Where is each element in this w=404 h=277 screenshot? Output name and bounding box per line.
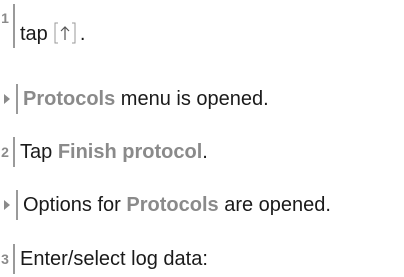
step-divider: [13, 137, 15, 167]
step-number: 1: [1, 10, 9, 26]
step-text: Enter/select log data:: [20, 248, 208, 270]
result-divider: [16, 84, 18, 114]
step-text: tap .: [20, 20, 85, 46]
result-suffix: are opened.: [218, 194, 331, 216]
result-2: Options for Protocols are opened.: [0, 190, 331, 220]
result-arrow-icon: [4, 94, 10, 104]
step-prefix: tap: [20, 23, 48, 45]
arrow-up-in-brackets-icon: [54, 20, 76, 46]
result-1: Protocols menu is opened.: [0, 84, 269, 114]
result-suffix: menu is opened.: [115, 88, 269, 110]
result-text: Protocols menu is opened.: [23, 87, 269, 111]
step-1: 1 tap .: [0, 4, 85, 48]
result-divider: [16, 190, 18, 220]
step-divider: [13, 4, 15, 48]
result-arrow-icon: [4, 200, 10, 210]
step-text: Tap Finish protocol.: [20, 140, 208, 164]
result-highlight: Protocols: [126, 194, 219, 216]
step-number: 2: [1, 144, 9, 160]
step-3: 3 Enter/select log data:: [0, 244, 208, 274]
result-highlight: Protocols: [23, 88, 116, 110]
step-suffix: .: [79, 23, 86, 45]
step-highlight: Finish protocol: [57, 141, 203, 163]
result-text: Options for Protocols are opened.: [23, 193, 331, 217]
step-2: 2 Tap Finish protocol.: [0, 137, 208, 167]
step-number: 3: [1, 251, 9, 267]
step-suffix: .: [202, 141, 208, 163]
result-prefix: Options for: [23, 194, 127, 216]
step-divider: [13, 244, 15, 274]
step-prefix: Tap: [20, 141, 58, 163]
